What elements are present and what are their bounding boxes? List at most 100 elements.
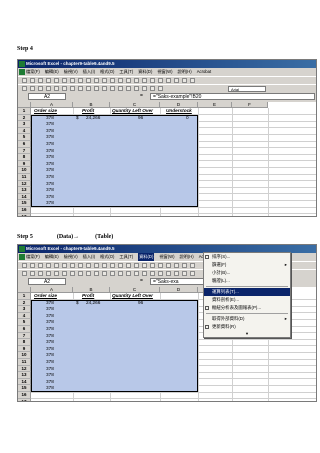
data-menu-item[interactable]: 樞紐分析表及圖報表(P)... xyxy=(204,304,290,312)
menu-4[interactable]: 插入(I) xyxy=(83,253,95,261)
toolbar-button[interactable] xyxy=(30,86,35,91)
toolbar-button[interactable] xyxy=(134,263,139,268)
toolbar-button[interactable] xyxy=(62,86,67,91)
menu-8[interactable]: 視窗(W) xyxy=(159,253,174,261)
row-header[interactable]: 16 xyxy=(18,207,31,214)
row-header[interactable]: 2 xyxy=(18,299,31,307)
column-header-e[interactable]: E xyxy=(198,102,232,108)
menu-2[interactable]: 編輯(E) xyxy=(45,68,59,76)
toolbar-button[interactable] xyxy=(118,263,123,268)
toolbar-button[interactable] xyxy=(70,271,75,276)
column-header-d[interactable]: D xyxy=(160,287,198,293)
row-header[interactable]: 2 xyxy=(18,114,31,122)
toolbar-button[interactable] xyxy=(190,263,195,268)
toolbar-button[interactable] xyxy=(110,271,115,276)
menu-7[interactable]: 資料(D) xyxy=(138,253,155,261)
column-header-a[interactable]: A xyxy=(31,287,73,293)
menu-1[interactable]: 檔案(F) xyxy=(26,253,40,261)
expand-menu-chevron-icon[interactable]: ▾ xyxy=(204,331,290,337)
toolbar-button[interactable] xyxy=(118,86,123,91)
toolbar-button[interactable] xyxy=(150,271,155,276)
data-menu-item[interactable]: 驗證(L)... xyxy=(204,277,290,285)
column-header-f[interactable]: F xyxy=(232,102,268,108)
toolbar-button[interactable] xyxy=(38,86,43,91)
toolbar-button[interactable] xyxy=(54,263,59,268)
toolbar-button[interactable] xyxy=(38,263,43,268)
toolbar-button[interactable] xyxy=(86,263,91,268)
toolbar-button[interactable] xyxy=(118,78,123,83)
row-header[interactable]: 11 xyxy=(18,359,31,366)
toolbar-button[interactable] xyxy=(174,263,179,268)
row-header[interactable]: 13 xyxy=(18,372,31,379)
toolbar-button[interactable] xyxy=(22,271,27,276)
toolbar-button[interactable] xyxy=(102,263,107,268)
toolbar-button[interactable] xyxy=(46,263,51,268)
toolbar-button[interactable] xyxy=(70,86,75,91)
toolbar-button[interactable] xyxy=(54,78,59,83)
toolbar-button[interactable] xyxy=(166,271,171,276)
toolbar-button[interactable] xyxy=(46,86,51,91)
menu-7[interactable]: 資料(D) xyxy=(138,68,152,76)
column-header-c[interactable]: C xyxy=(110,287,160,293)
toolbar-button[interactable] xyxy=(94,263,99,268)
column-header-c[interactable]: C xyxy=(110,102,160,108)
toolbar-button[interactable] xyxy=(174,78,179,83)
menu-6[interactable]: 工具(T) xyxy=(119,68,133,76)
toolbar-button[interactable] xyxy=(46,78,51,83)
toolbar-button[interactable] xyxy=(158,263,163,268)
row-header[interactable]: 9 xyxy=(18,345,31,353)
row-header[interactable]: 6 xyxy=(18,141,31,148)
toolbar-button[interactable] xyxy=(110,86,115,91)
row-header[interactable]: 5 xyxy=(18,134,31,141)
toolbar-button[interactable] xyxy=(62,78,67,83)
row-header[interactable]: 10 xyxy=(18,167,31,174)
toolbar-button[interactable] xyxy=(142,86,147,91)
toolbar-button[interactable] xyxy=(134,78,139,83)
toolbar-button[interactable] xyxy=(94,271,99,276)
toolbar-button[interactable] xyxy=(126,271,131,276)
selected-range[interactable] xyxy=(31,299,198,392)
toolbar-button[interactable] xyxy=(38,271,43,276)
toolbar-button[interactable] xyxy=(166,263,171,268)
toolbar-button[interactable] xyxy=(54,86,59,91)
row-header[interactable]: 14 xyxy=(18,193,31,201)
column-header-b[interactable]: B xyxy=(73,102,110,108)
formula-input[interactable]: ="Saks-example"!B20 xyxy=(150,93,315,100)
menu-3[interactable]: 檢視(V) xyxy=(64,253,78,261)
toolbar-button[interactable] xyxy=(78,263,83,268)
toolbar-button[interactable] xyxy=(70,78,75,83)
toolbar-button[interactable] xyxy=(158,271,163,276)
row-header[interactable]: 7 xyxy=(18,147,31,155)
menu-2[interactable]: 編輯(E) xyxy=(45,253,59,261)
toolbar-button[interactable] xyxy=(190,78,195,83)
toolbar-button[interactable] xyxy=(174,271,179,276)
toolbar-button[interactable] xyxy=(134,86,139,91)
row-header[interactable]: 8 xyxy=(18,339,31,346)
row-header[interactable]: 7 xyxy=(18,332,31,340)
row-header[interactable]: 17 xyxy=(18,213,31,216)
data-menu-item[interactable]: 取得外部資料(D) ▸ xyxy=(204,315,290,323)
toolbar-button[interactable] xyxy=(182,271,187,276)
toolbar-button[interactable] xyxy=(86,78,91,83)
toolbar-button[interactable] xyxy=(142,263,147,268)
menu-9[interactable]: 說明(H) xyxy=(177,68,191,76)
toolbar-button[interactable] xyxy=(22,78,27,83)
toolbar-button[interactable] xyxy=(126,263,131,268)
toolbar-button[interactable] xyxy=(102,78,107,83)
row-header[interactable]: 4 xyxy=(18,312,31,320)
menu-6[interactable]: 工具(T) xyxy=(119,253,133,261)
toolbar-button[interactable] xyxy=(182,78,187,83)
row-header[interactable]: 6 xyxy=(18,326,31,333)
data-menu-item[interactable]: 運算列表(T)... xyxy=(204,288,290,296)
menu-10[interactable]: Acrobat xyxy=(197,68,211,76)
toolbar-button[interactable] xyxy=(126,86,131,91)
toolbar-button[interactable] xyxy=(126,78,131,83)
column-header-d[interactable]: D xyxy=(160,102,198,108)
formula-input[interactable]: ="Saks-exa xyxy=(150,278,206,285)
selected-range[interactable] xyxy=(31,114,198,207)
data-menu-item[interactable]: 小計(B)... xyxy=(204,269,290,277)
toolbar-button[interactable] xyxy=(22,263,27,268)
toolbar-button[interactable] xyxy=(86,86,91,91)
menu-1[interactable]: 檔案(F) xyxy=(26,68,40,76)
row-header[interactable]: 4 xyxy=(18,127,31,135)
